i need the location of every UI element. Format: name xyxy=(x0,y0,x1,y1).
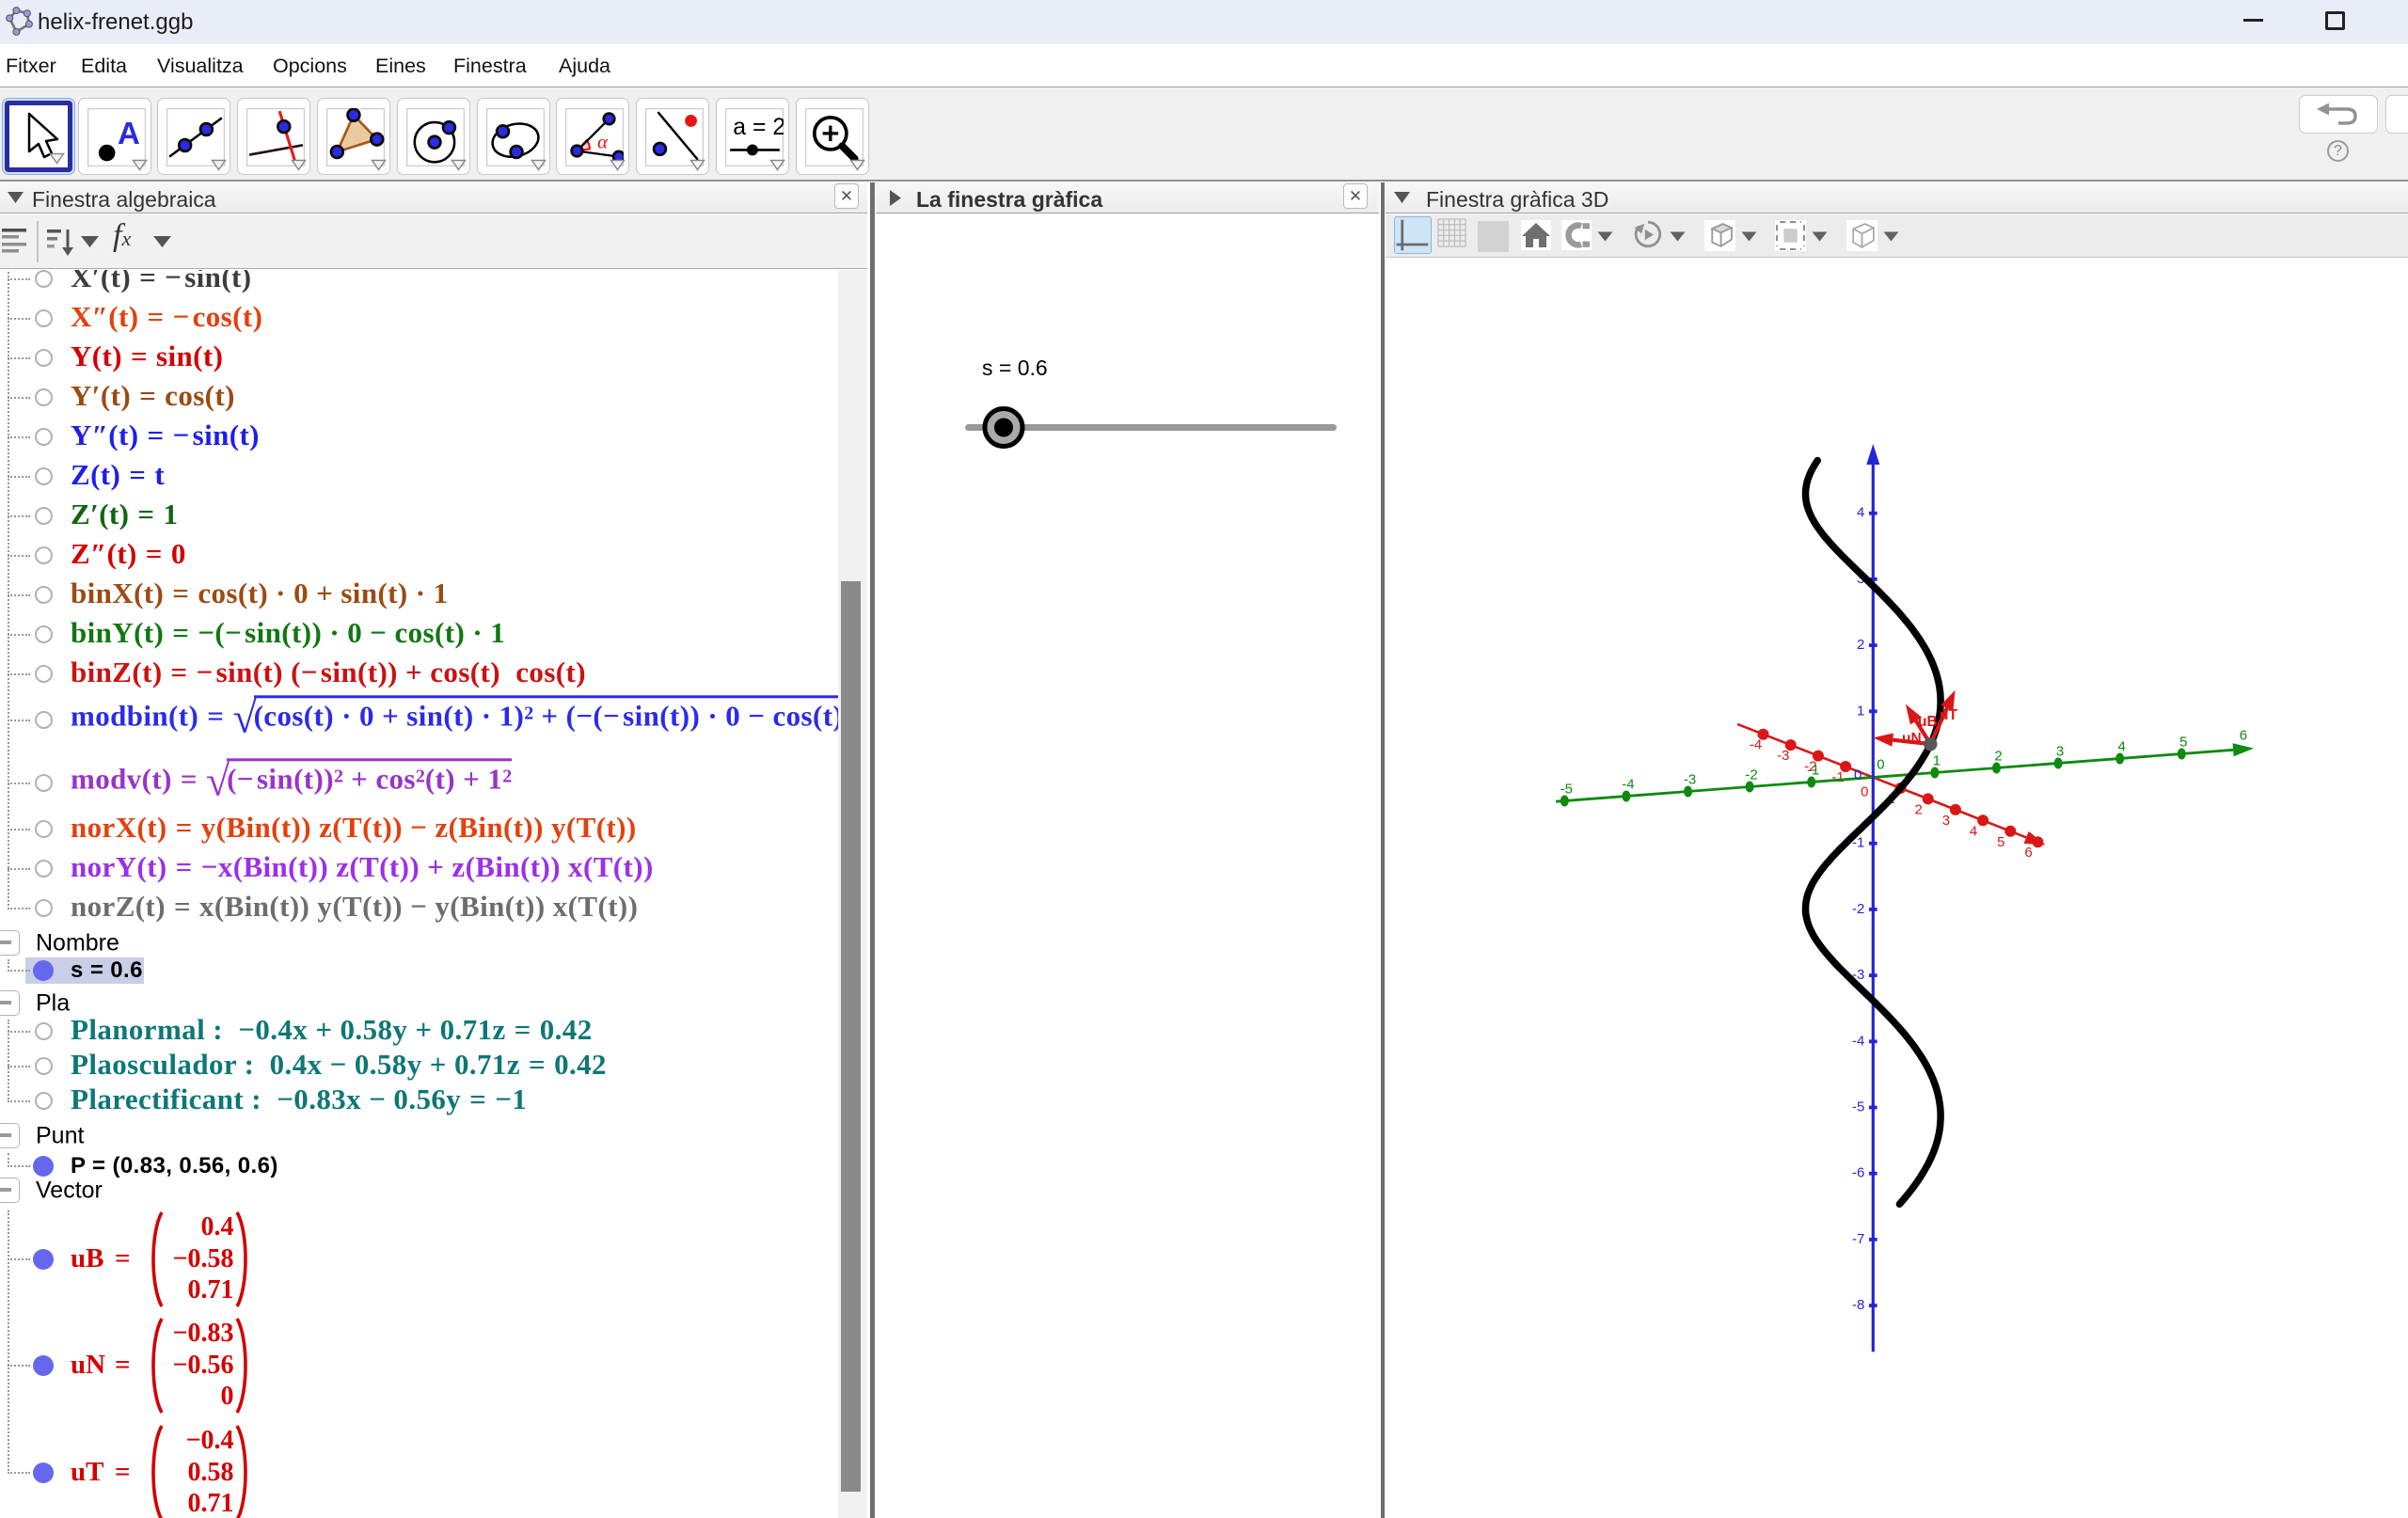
svg-text:-2: -2 xyxy=(1745,767,1757,783)
svg-text:0: 0 xyxy=(1877,757,1884,773)
svg-text:4: 4 xyxy=(1970,823,1977,839)
svg-text:3: 3 xyxy=(1942,813,1950,829)
svg-text:-1: -1 xyxy=(1807,763,1819,779)
svg-text:2: 2 xyxy=(1915,801,1923,817)
svg-text:a = 2: a = 2 xyxy=(733,115,784,140)
svg-text:-6: -6 xyxy=(1852,1165,1864,1181)
svg-text:4: 4 xyxy=(1857,505,1864,521)
svg-text:-7: -7 xyxy=(1852,1231,1864,1247)
svg-text:uT: uT xyxy=(1940,707,1957,723)
svg-text:5: 5 xyxy=(1997,834,2004,850)
svg-text:-3: -3 xyxy=(1777,748,1789,764)
svg-text:-5: -5 xyxy=(1560,782,1573,798)
svg-text:-4: -4 xyxy=(1622,777,1634,793)
svg-text:0: 0 xyxy=(1861,784,1868,800)
svg-text:1: 1 xyxy=(1857,703,1864,719)
svg-text:1: 1 xyxy=(1933,753,1941,769)
svg-text:-3: -3 xyxy=(1684,772,1696,788)
svg-text:2: 2 xyxy=(1994,749,2002,765)
svg-text:-1: -1 xyxy=(1831,769,1844,785)
svg-text:-4: -4 xyxy=(1750,737,1762,753)
svg-text:3: 3 xyxy=(2056,744,2064,760)
svg-text:4: 4 xyxy=(2118,739,2126,755)
svg-text:-5: -5 xyxy=(1852,1099,1864,1115)
svg-text:-4: -4 xyxy=(1852,1033,1864,1049)
svg-text:uN: uN xyxy=(1902,731,1922,747)
svg-text:5: 5 xyxy=(2179,735,2187,751)
svg-text:0: 0 xyxy=(1854,767,1861,783)
svg-text:2: 2 xyxy=(1857,637,1864,653)
svg-text:6: 6 xyxy=(2240,728,2247,744)
svg-text:-8: -8 xyxy=(1852,1297,1864,1313)
svg-text:6: 6 xyxy=(2024,845,2032,861)
svg-text:α: α xyxy=(597,132,609,152)
svg-text:A: A xyxy=(118,117,140,151)
svg-text:-2: -2 xyxy=(1852,901,1864,917)
svg-text:uB: uB xyxy=(1918,714,1938,730)
